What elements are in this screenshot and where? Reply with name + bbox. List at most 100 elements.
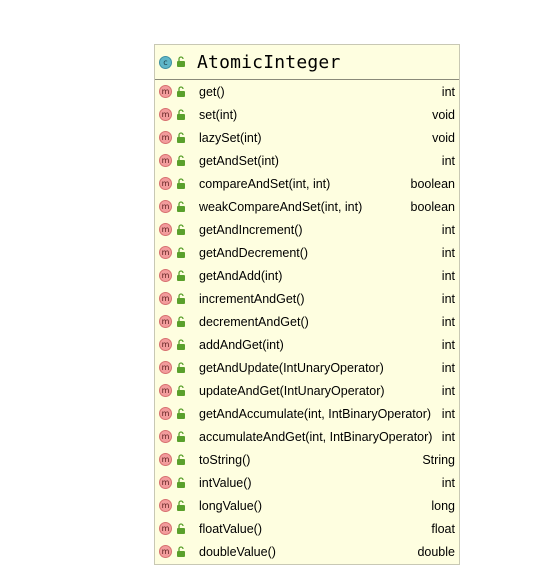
method-icon: m: [159, 269, 172, 282]
method-return-type: boolean: [410, 199, 456, 214]
method-icon: m: [159, 545, 172, 558]
method-return-type: int: [441, 429, 455, 444]
method-row[interactable]: m intValue() int: [155, 471, 459, 494]
method-signature: getAndAccumulate(int, IntBinaryOperator): [199, 406, 432, 421]
method-signature: intValue(): [199, 475, 252, 490]
method-signature: getAndDecrement(): [199, 245, 309, 260]
method-return-type: String: [422, 452, 455, 467]
method-row[interactable]: m getAndAccumulate(int, IntBinaryOperator…: [155, 402, 459, 425]
class-icon: c: [159, 55, 172, 69]
public-lock-icon: [176, 131, 186, 144]
method-return-type: boolean: [410, 176, 456, 191]
method-icon: m: [159, 177, 172, 190]
method-icon: m: [159, 499, 172, 512]
method-icon: m: [159, 154, 172, 167]
method-signature: doubleValue(): [199, 544, 276, 559]
method-return-type: void: [432, 130, 455, 145]
method-signature: compareAndSet(int, int): [199, 176, 331, 191]
method-return-type: int: [441, 383, 455, 398]
method-return-type: float: [431, 521, 455, 536]
public-lock-icon: [176, 223, 186, 236]
public-lock-icon: [176, 85, 186, 98]
method-signature: getAndAdd(int): [199, 268, 283, 283]
method-row[interactable]: m incrementAndGet() int: [155, 287, 459, 310]
public-lock-icon: [176, 200, 186, 213]
method-return-type: int: [441, 222, 455, 237]
method-list: m get() int m set(int) void m lazySet(int) void m…: [155, 80, 459, 563]
method-icon: m: [159, 292, 172, 305]
method-row[interactable]: m accumulateAndGet(int, IntBinaryOperator…: [155, 425, 459, 448]
method-row[interactable]: m compareAndSet(int, int) boolean: [155, 172, 459, 195]
method-icon: m: [159, 407, 172, 420]
method-row[interactable]: m floatValue() float: [155, 517, 459, 540]
method-return-type: int: [441, 268, 455, 283]
class-diagram-box[interactable]: c AtomicInteger m get() int m set(int) void m l…: [154, 44, 460, 565]
method-return-type: int: [441, 245, 455, 260]
method-return-type: int: [441, 314, 455, 329]
public-lock-icon: [176, 453, 186, 466]
method-signature: updateAndGet(IntUnaryOperator): [199, 383, 385, 398]
method-icon: m: [159, 85, 172, 98]
method-row[interactable]: m longValue() long: [155, 494, 459, 517]
method-row[interactable]: m getAndAdd(int) int: [155, 264, 459, 287]
public-lock-icon: [176, 384, 186, 397]
method-icon: m: [159, 476, 172, 489]
method-icon: m: [159, 453, 172, 466]
method-signature: get(): [199, 84, 225, 99]
method-row[interactable]: m set(int) void: [155, 103, 459, 126]
method-signature: toString(): [199, 452, 251, 467]
method-signature: decrementAndGet(): [199, 314, 309, 329]
public-lock-icon: [176, 154, 186, 167]
method-icon: m: [159, 384, 172, 397]
method-return-type: double: [417, 544, 455, 559]
public-lock-icon: [176, 476, 186, 489]
method-signature: getAndIncrement(): [199, 222, 303, 237]
method-icon: m: [159, 223, 172, 236]
method-row[interactable]: m lazySet(int) void: [155, 126, 459, 149]
method-row[interactable]: m getAndUpdate(IntUnaryOperator) int: [155, 356, 459, 379]
method-icon: m: [159, 246, 172, 259]
method-return-type: int: [441, 291, 455, 306]
method-return-type: int: [441, 337, 455, 352]
method-return-type: void: [432, 107, 455, 122]
method-row[interactable]: m getAndIncrement() int: [155, 218, 459, 241]
public-lock-icon: [176, 407, 186, 420]
method-return-type: int: [441, 406, 455, 421]
method-return-type: int: [441, 475, 455, 490]
public-lock-icon: [176, 246, 186, 259]
method-row[interactable]: m getAndSet(int) int: [155, 149, 459, 172]
method-return-type: long: [431, 498, 455, 513]
public-lock-icon: [176, 430, 186, 443]
method-row[interactable]: m decrementAndGet() int: [155, 310, 459, 333]
public-lock-icon: [176, 56, 186, 68]
diagram-canvas: c AtomicInteger m get() int m set(int) void m l…: [0, 0, 540, 570]
method-signature: lazySet(int): [199, 130, 262, 145]
public-lock-icon: [176, 315, 186, 328]
method-signature: longValue(): [199, 498, 263, 513]
method-row[interactable]: m getAndDecrement() int: [155, 241, 459, 264]
method-icon: m: [159, 522, 172, 535]
public-lock-icon: [176, 269, 186, 282]
method-return-type: int: [441, 360, 455, 375]
public-lock-icon: [176, 361, 186, 374]
method-signature: getAndSet(int): [199, 153, 279, 168]
public-lock-icon: [176, 338, 186, 351]
method-return-type: int: [441, 84, 455, 99]
method-signature: addAndGet(int): [199, 337, 284, 352]
public-lock-icon: [176, 522, 186, 535]
method-row[interactable]: m toString() String: [155, 448, 459, 471]
method-signature: weakCompareAndSet(int, int): [199, 199, 363, 214]
public-lock-icon: [176, 292, 186, 305]
class-header: c AtomicInteger: [155, 45, 459, 80]
method-row[interactable]: m addAndGet(int) int: [155, 333, 459, 356]
public-lock-icon: [176, 499, 186, 512]
method-signature: accumulateAndGet(int, IntBinaryOperator): [199, 429, 433, 444]
method-signature: set(int): [199, 107, 238, 122]
method-row[interactable]: m doubleValue() double: [155, 540, 459, 563]
method-icon: m: [159, 200, 172, 213]
method-return-type: int: [441, 153, 455, 168]
method-row[interactable]: m get() int: [155, 80, 459, 103]
method-row[interactable]: m updateAndGet(IntUnaryOperator) int: [155, 379, 459, 402]
method-row[interactable]: m weakCompareAndSet(int, int) boolean: [155, 195, 459, 218]
method-icon: m: [159, 338, 172, 351]
